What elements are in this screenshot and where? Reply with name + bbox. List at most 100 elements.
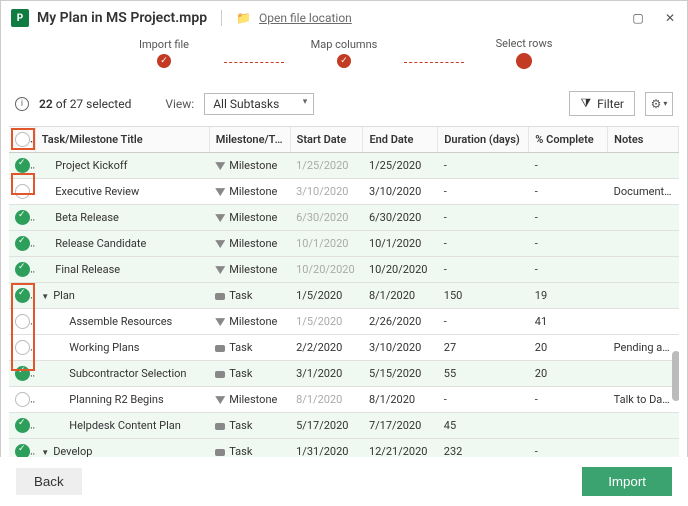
gear-icon: ⚙	[651, 97, 662, 111]
notes	[608, 231, 679, 257]
task-type: Milestone	[229, 315, 277, 328]
table-row[interactable]: ▼PlanTask1/5/20208/1/202015019	[9, 283, 679, 309]
table-row[interactable]: Final ReleaseMilestone10/20/202010/20/20…	[9, 257, 679, 283]
task-type: Milestone	[229, 159, 277, 172]
col-title[interactable]: Task/Milestone Title	[35, 127, 209, 153]
scrollbar[interactable]	[672, 151, 679, 464]
table-row[interactable]: Helpdesk Content PlanTask5/17/20207/17/2…	[9, 413, 679, 439]
filter-button[interactable]: ⧩Filter	[569, 91, 635, 116]
expand-caret-icon[interactable]: ▼	[41, 292, 49, 301]
table-row[interactable]: Project KickoffMilestone1/25/20201/25/20…	[9, 153, 679, 179]
row-checkbox[interactable]	[15, 236, 30, 251]
row-checkbox[interactable]	[15, 288, 30, 303]
task-type: Milestone	[229, 393, 277, 406]
select-all-checkbox[interactable]	[15, 132, 30, 147]
col-start[interactable]: Start Date	[290, 127, 363, 153]
duration: -	[438, 205, 529, 231]
task-icon	[215, 423, 225, 430]
task-type: Milestone	[229, 237, 277, 250]
scrollbar-thumb[interactable]	[672, 351, 679, 401]
start-date: 3/10/2020	[290, 179, 363, 205]
pct-complete: 41	[529, 309, 608, 335]
row-checkbox[interactable]	[15, 262, 30, 277]
task-title: Release Candidate	[55, 237, 146, 250]
pct-complete	[529, 413, 608, 439]
milestone-icon	[215, 396, 225, 404]
duration: 27	[438, 335, 529, 361]
end-date: 5/15/2020	[363, 361, 438, 387]
milestone-icon	[215, 318, 225, 326]
col-duration[interactable]: Duration (days)	[438, 127, 529, 153]
end-date: 10/20/2020	[363, 257, 438, 283]
import-button[interactable]: Import	[582, 467, 672, 496]
window-maximize-icon[interactable]: ▢	[631, 11, 645, 25]
step-done-icon: ✓	[337, 54, 351, 68]
col-type[interactable]: Milestone/Task	[209, 127, 290, 153]
milestone-icon	[215, 266, 225, 274]
task-grid: Task/Milestone Title Milestone/Task Star…	[9, 126, 679, 464]
table-row[interactable]: Planning R2 BeginsMilestone8/1/20208/1/2…	[9, 387, 679, 413]
task-title: Subcontractor Selection	[69, 367, 186, 380]
notes	[608, 205, 679, 231]
duration: 45	[438, 413, 529, 439]
table-row[interactable]: Subcontractor SelectionTask3/1/20205/15/…	[9, 361, 679, 387]
start-date: 2/2/2020	[290, 335, 363, 361]
settings-button[interactable]: ⚙▾	[645, 92, 673, 116]
notes	[608, 361, 679, 387]
duration: 150	[438, 283, 529, 309]
back-button[interactable]: Back	[16, 468, 82, 495]
task-title: Assemble Resources	[69, 315, 172, 328]
row-checkbox[interactable]	[15, 210, 30, 225]
task-type: Milestone	[229, 211, 277, 224]
step-label: Select rows	[496, 37, 553, 50]
col-end[interactable]: End Date	[363, 127, 438, 153]
table-row[interactable]: Assemble Resources Milestone 1/5/20202/26/…	[9, 309, 679, 335]
notes	[608, 153, 679, 179]
row-checkbox[interactable]	[15, 158, 30, 173]
duration: -	[438, 231, 529, 257]
view-select[interactable]: All Subtasks	[204, 93, 314, 115]
expand-caret-icon[interactable]: ▼	[41, 448, 49, 457]
table-row[interactable]: Beta ReleaseMilestone6/30/20206/30/2020-…	[9, 205, 679, 231]
milestone-icon	[215, 240, 225, 248]
row-checkbox[interactable]	[15, 314, 30, 329]
notes	[608, 413, 679, 439]
end-date: 7/17/2020	[363, 413, 438, 439]
task-title: Planning R2 Begins	[69, 393, 163, 406]
task-title: Working Plans	[69, 341, 139, 354]
start-date: 10/1/2020	[290, 231, 363, 257]
table-row[interactable]: Working PlansTask2/2/20203/10/20202720Pe…	[9, 335, 679, 361]
notes	[608, 283, 679, 309]
notes: Documentati…	[608, 179, 679, 205]
row-checkbox[interactable]	[15, 418, 30, 433]
window-close-icon[interactable]: ✕	[663, 11, 677, 25]
table-row[interactable]: Release CandidateMilestone10/1/202010/1/…	[9, 231, 679, 257]
task-icon	[215, 293, 225, 300]
chevron-down-icon: ▾	[663, 99, 667, 108]
col-notes[interactable]: Notes	[608, 127, 679, 153]
end-date: 1/25/2020	[363, 153, 438, 179]
col-pct[interactable]: % Complete	[529, 127, 608, 153]
end-date: 2/26/2020	[363, 309, 438, 335]
start-date: 1/5/2020	[290, 309, 363, 335]
notes	[608, 309, 679, 335]
row-checkbox[interactable]	[15, 392, 30, 407]
end-date: 3/10/2020	[363, 179, 438, 205]
row-checkbox[interactable]	[15, 366, 30, 381]
step-active-icon	[516, 53, 532, 69]
selection-count: 22 of 27 selected	[39, 97, 131, 111]
pct-complete: 20	[529, 335, 608, 361]
row-checkbox[interactable]	[15, 184, 30, 199]
task-title: Beta Release	[55, 211, 119, 224]
open-file-location-link[interactable]: Open file location	[259, 11, 352, 25]
table-row[interactable]: Executive ReviewMilestone3/10/20203/10/2…	[9, 179, 679, 205]
row-checkbox[interactable]	[15, 340, 30, 355]
milestone-icon	[215, 188, 225, 196]
info-icon: i	[15, 97, 29, 111]
duration: -	[438, 257, 529, 283]
step-done-icon: ✓	[157, 54, 171, 68]
divider	[221, 10, 222, 26]
task-title: Project Kickoff	[55, 159, 127, 172]
step-connector	[404, 62, 464, 63]
start-date: 3/1/2020	[290, 361, 363, 387]
